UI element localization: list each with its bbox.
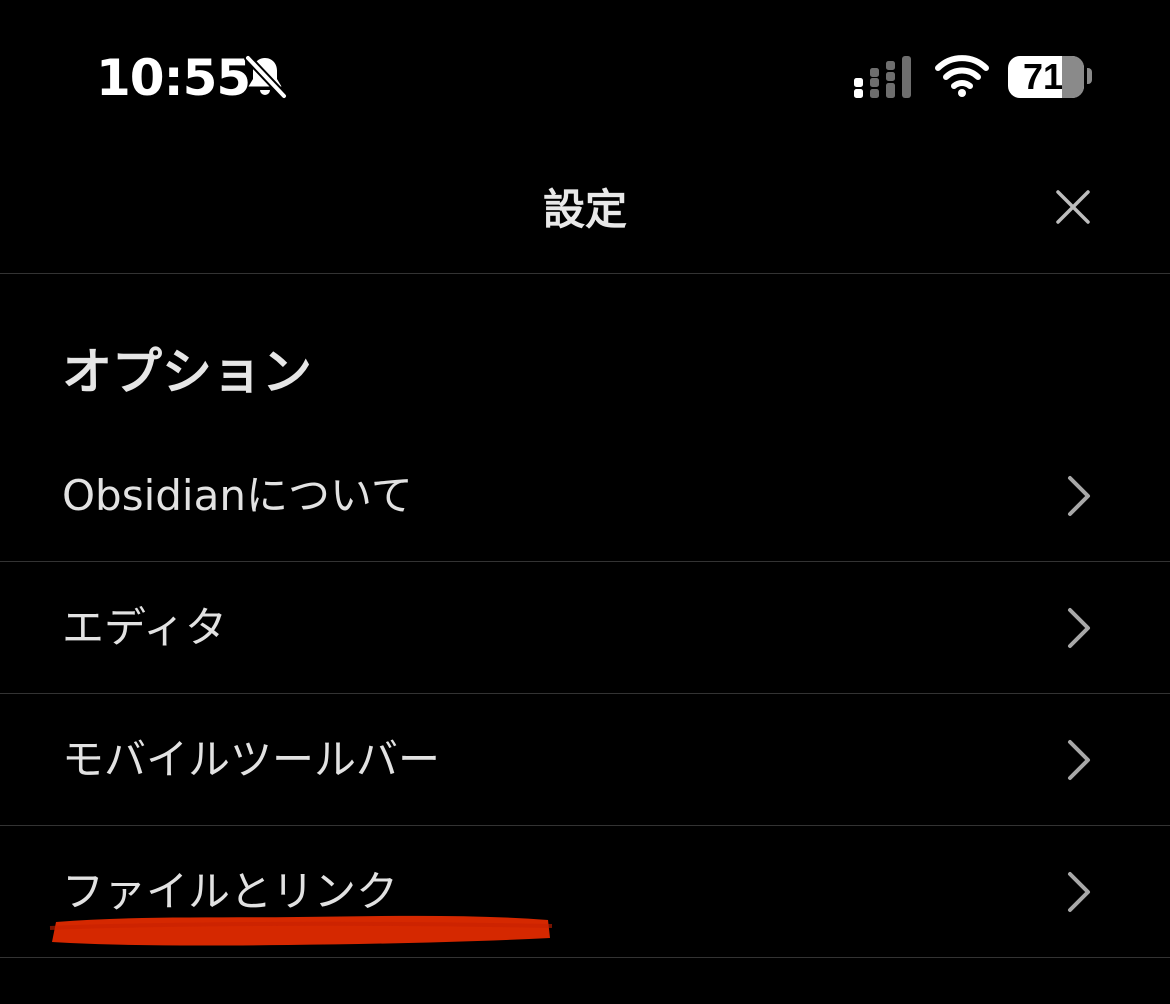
- battery-tip: [1087, 68, 1092, 84]
- settings-item-label: Obsidianについて: [62, 471, 413, 520]
- battery-icon: 71: [1008, 56, 1084, 98]
- settings-item-editor[interactable]: エディタ: [0, 562, 1170, 694]
- cellular-signal-icon: [854, 56, 911, 98]
- close-button[interactable]: [1046, 180, 1100, 234]
- battery-level: 71: [1022, 56, 1064, 97]
- status-bar: 10:55 71: [0, 0, 1170, 140]
- settings-header: 設定: [0, 140, 1170, 274]
- chevron-right-icon: [1068, 476, 1090, 516]
- settings-item-label: モバイルツールバー: [62, 735, 441, 784]
- settings-item-about[interactable]: Obsidianについて: [0, 430, 1170, 562]
- chevron-right-icon: [1068, 740, 1090, 780]
- close-icon: [1056, 190, 1090, 224]
- page-title: 設定: [542, 185, 627, 234]
- status-time: 10:55: [96, 49, 251, 107]
- chevron-right-icon: [1068, 608, 1090, 648]
- settings-item-partial[interactable]: [0, 958, 1170, 1004]
- section-title: オプション: [62, 343, 312, 401]
- settings-item-label: エディタ: [62, 603, 228, 652]
- settings-list: Obsidianについて エディタ モバイルツールバー ファイルとリンク: [0, 430, 1170, 958]
- bell-slash-icon: [244, 54, 288, 100]
- chevron-right-icon: [1068, 872, 1090, 912]
- wifi-icon: [935, 55, 989, 97]
- red-marker-highlight: [49, 915, 553, 946]
- settings-item-mobile-toolbar[interactable]: モバイルツールバー: [0, 694, 1170, 826]
